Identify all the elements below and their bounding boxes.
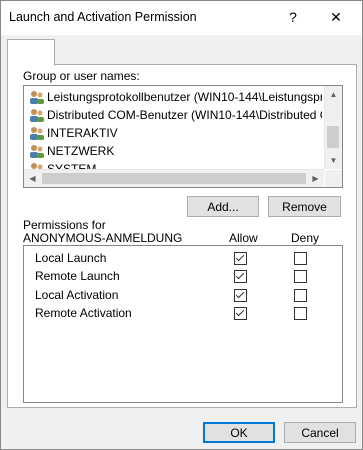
permission-row: Remote Activation [35, 304, 132, 322]
permissions-for-label: Permissions for [23, 218, 106, 232]
allow-checkbox[interactable] [234, 252, 247, 265]
deny-column-header: Deny [291, 231, 320, 245]
scroll-right-icon[interactable]: ▶ [307, 170, 324, 187]
user-group-icon [31, 163, 43, 169]
scroll-left-icon[interactable]: ◀ [24, 170, 41, 187]
window-title: Launch and Activation Permission [9, 10, 197, 24]
allow-checkbox[interactable] [234, 289, 247, 302]
user-group-icon [30, 109, 44, 122]
scroll-up-icon[interactable]: ▲ [325, 86, 342, 103]
user-name: NETZWERK [47, 144, 115, 158]
scroll-down-icon[interactable]: ▼ [325, 152, 342, 169]
permission-name: Local Activation [35, 288, 119, 302]
ok-button[interactable]: OK [203, 422, 275, 443]
user-group-icon [30, 91, 44, 104]
permission-row: Local Launch [35, 249, 106, 267]
remove-button[interactable]: Remove [268, 196, 341, 217]
permissions-list: Local Launch Remote Launch Local Activat… [23, 245, 343, 403]
help-button[interactable]: ? [279, 3, 307, 31]
add-button[interactable]: Add... [187, 196, 259, 217]
allow-column-header: Allow [229, 231, 258, 245]
user-name: SYSTEM [47, 162, 97, 169]
list-item[interactable]: SYSTEM [26, 160, 322, 169]
permission-row: Remote Launch [35, 267, 120, 285]
list-item[interactable]: INTERAKTIV [26, 124, 322, 142]
cancel-button[interactable]: Cancel [284, 422, 356, 443]
permission-row: Local Activation [35, 286, 118, 304]
deny-checkbox[interactable] [294, 270, 307, 283]
tab-security[interactable] [7, 39, 55, 66]
user-name: Leistungsprotokollbenutzer (WIN10-144\Le… [47, 90, 322, 104]
principal-name: ANONYMOUS-ANMELDUNG [23, 231, 183, 245]
deny-checkbox[interactable] [294, 289, 307, 302]
horizontal-scrollbar[interactable]: ◀ ▶ [24, 169, 324, 187]
user-name: INTERAKTIV [47, 126, 118, 140]
deny-checkbox[interactable] [294, 307, 307, 320]
permission-dialog: Launch and Activation Permission ? ✕ Gro… [0, 0, 363, 450]
list-item[interactable]: Distributed COM-Benutzer (WIN10-144\Dist… [26, 106, 322, 124]
permission-name: Local Launch [35, 251, 107, 265]
permission-name: Remote Activation [35, 306, 132, 320]
user-name: Distributed COM-Benutzer (WIN10-144\Dist… [47, 108, 322, 122]
close-button[interactable]: ✕ [319, 3, 353, 31]
deny-checkbox[interactable] [294, 252, 307, 265]
list-item[interactable]: Leistungsprotokollbenutzer (WIN10-144\Le… [26, 88, 322, 106]
scroll-corner [325, 170, 342, 187]
user-group-icon [30, 145, 44, 158]
horizontal-scroll-thumb[interactable] [42, 173, 306, 184]
permission-name: Remote Launch [35, 269, 120, 283]
allow-checkbox[interactable] [234, 307, 247, 320]
allow-checkbox[interactable] [234, 270, 247, 283]
user-list[interactable]: Leistungsprotokollbenutzer (WIN10-144\Le… [23, 85, 343, 188]
list-item[interactable]: NETZWERK [26, 142, 322, 160]
group-label: Group or user names: [23, 69, 140, 83]
user-group-icon [30, 127, 44, 140]
vertical-scroll-thumb[interactable] [327, 126, 339, 148]
vertical-scrollbar[interactable]: ▲ ▼ [324, 86, 342, 169]
title-bar: Launch and Activation Permission ? ✕ [1, 1, 362, 35]
